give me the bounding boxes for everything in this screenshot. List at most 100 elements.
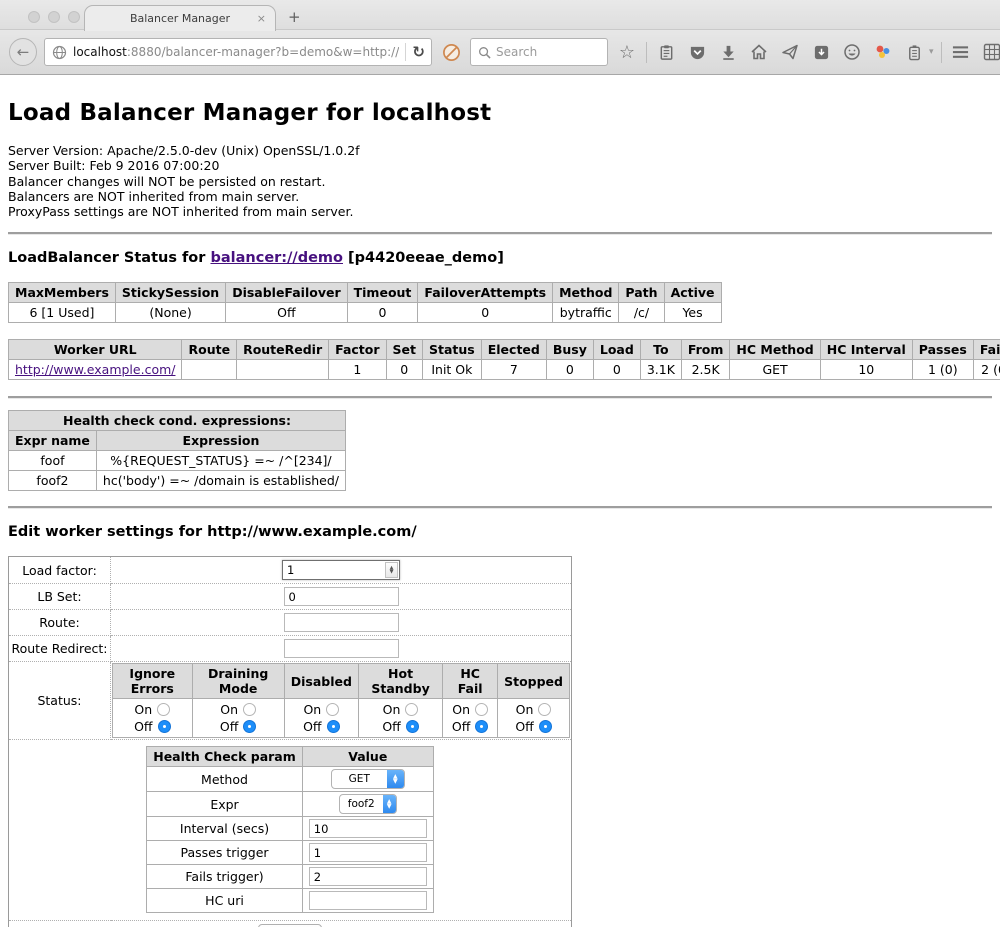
url-bar[interactable]: localhost:8880/balancer-manager?b=demo&w… (44, 38, 432, 66)
cell-fails: 2 (0) (973, 360, 1000, 380)
minimize-window-button[interactable] (48, 11, 60, 23)
status-cell-draining-mode: On Off (192, 699, 284, 738)
route-redirect-input[interactable] (284, 639, 399, 658)
radio-stopped-on[interactable] (538, 703, 551, 716)
close-window-button[interactable] (28, 11, 40, 23)
fails-input[interactable] (309, 867, 427, 886)
radio-hc-fail-on[interactable] (475, 703, 488, 716)
radio-hot-standby-on[interactable] (405, 703, 418, 716)
expr-select[interactable]: foof2▲▼ (339, 794, 397, 814)
cell-factor: 1 (329, 360, 386, 380)
select-stepper-icon: ▲▼ (387, 769, 404, 789)
menu-icon[interactable] (949, 40, 973, 64)
tab-close-icon[interactable]: × (257, 12, 266, 25)
radio-ignore-errors-on[interactable] (157, 703, 170, 716)
hc-uri-cell (302, 889, 433, 913)
grid-panel-icon[interactable] (980, 40, 1000, 64)
worker-row: http://www.example.com/ 1 0 Init Ok 7 0 … (9, 360, 1000, 380)
radio-hot-standby-off[interactable] (406, 720, 419, 733)
col-header: Value (302, 747, 433, 767)
col-header: Stopped (498, 664, 570, 699)
back-icon: ← (17, 43, 30, 61)
cell-timeout: 0 (347, 303, 418, 323)
hc-uri-input[interactable] (309, 891, 427, 910)
form-row-route: Route: (9, 610, 572, 636)
server-version-line: Server Version: Apache/2.5.0-dev (Unix) … (8, 143, 992, 158)
route-label: Route: (9, 610, 111, 636)
off-label: Off (382, 719, 400, 734)
col-header: Set (386, 340, 422, 360)
search-icon (478, 46, 491, 59)
container-icon[interactable] (902, 40, 926, 64)
route-input[interactable] (284, 613, 399, 632)
method-select[interactable]: GET▲▼ (331, 769, 405, 789)
cell-load: 0 (593, 360, 640, 380)
method-select-value: GET (332, 773, 387, 785)
new-tab-button[interactable]: + (288, 8, 301, 26)
bookmark-star-icon[interactable]: ☆ (615, 40, 639, 64)
balancer-demo-link[interactable]: balancer://demo (210, 250, 343, 266)
number-spinner-icon[interactable]: ▲▼ (385, 562, 398, 578)
reload-button[interactable]: ↻ (412, 43, 425, 61)
back-button[interactable]: ← (9, 38, 37, 66)
route-redirect-label: Route Redirect: (9, 636, 111, 662)
balancers-note-line: Balancers are NOT inherited from main se… (8, 189, 992, 204)
cell-routeredir (237, 360, 329, 380)
cell-expr-name: foof2 (9, 471, 97, 491)
divider (8, 232, 992, 235)
send-tab-icon[interactable] (778, 40, 802, 64)
hc-passes-cell (302, 841, 433, 865)
on-label: On (383, 702, 401, 717)
radio-draining-mode-off[interactable] (243, 720, 256, 733)
download-icon[interactable] (716, 40, 740, 64)
worker-url-link[interactable]: http://www.example.com/ (15, 362, 175, 377)
home-icon[interactable] (747, 40, 771, 64)
hc-row-method: Method GET▲▼ (147, 767, 434, 792)
hc-interval-cell (302, 817, 433, 841)
passes-input[interactable] (309, 843, 427, 862)
on-label: On (220, 702, 238, 717)
on-label: On (303, 702, 321, 717)
loadbalancer-status-heading: LoadBalancer Status for balancer://demo … (8, 250, 992, 266)
radio-ignore-errors-off[interactable] (158, 720, 171, 733)
cell-worker-url: http://www.example.com/ (9, 360, 182, 380)
screenshot-icon[interactable] (809, 40, 833, 64)
window-titlebar: Balancer Manager × + (0, 0, 1000, 30)
browser-tab[interactable]: Balancer Manager × (84, 5, 276, 31)
radio-disabled-on[interactable] (326, 703, 339, 716)
edit-worker-heading: Edit worker settings for http://www.exam… (8, 524, 992, 540)
col-header: Hot Standby (358, 664, 442, 699)
col-header: Path (619, 283, 664, 303)
radio-stopped-off[interactable] (539, 720, 552, 733)
chat-icon[interactable] (840, 40, 864, 64)
col-header: Ignore Errors (113, 664, 193, 699)
search-bar[interactable]: Search (470, 38, 608, 66)
form-row-status: Status: Ignore Errors Draining Mode Disa… (9, 662, 572, 740)
zoom-window-button[interactable] (68, 11, 80, 23)
block-images-icon[interactable] (439, 40, 463, 64)
chevron-down-icon[interactable]: ▾ (929, 47, 934, 57)
cell-maxmembers: 6 [1 Used] (9, 303, 116, 323)
toolbar-divider-2 (941, 42, 942, 63)
col-header: Expression (96, 431, 345, 451)
col-header: Factor (329, 340, 386, 360)
server-built-line: Server Built: Feb 9 2016 07:00:20 (8, 158, 992, 173)
cell-from: 2.5K (681, 360, 730, 380)
clipboard-icon[interactable] (654, 40, 678, 64)
off-label: Off (134, 719, 152, 734)
share-colors-icon[interactable] (871, 40, 895, 64)
cell-busy: 0 (546, 360, 593, 380)
pocket-icon[interactable] (685, 40, 709, 64)
status-options-table: Ignore Errors Draining Mode Disabled Hot… (112, 663, 570, 738)
url-text[interactable]: localhost:8880/balancer-manager?b=demo&w… (73, 45, 399, 59)
radio-hc-fail-off[interactable] (475, 720, 488, 733)
window-controls[interactable] (28, 11, 80, 23)
lb-set-input[interactable] (284, 587, 399, 606)
on-label: On (452, 702, 470, 717)
radio-draining-mode-on[interactable] (243, 703, 256, 716)
proxypass-note-line: ProxyPass settings are NOT inherited fro… (8, 204, 992, 219)
radio-disabled-off[interactable] (327, 720, 340, 733)
cell-set: 0 (386, 360, 422, 380)
load-factor-input[interactable] (283, 562, 385, 578)
interval-input[interactable] (309, 819, 427, 838)
